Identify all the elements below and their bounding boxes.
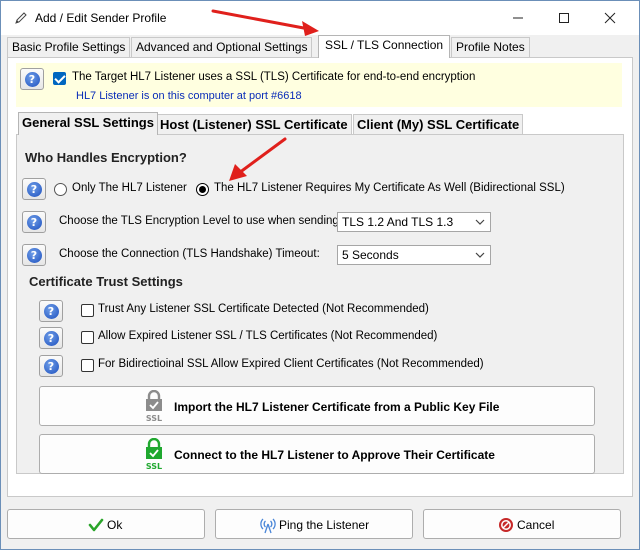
window-title: Add / Edit Sender Profile	[35, 11, 167, 25]
ssl-lock-green-icon: SSL	[146, 438, 162, 471]
ssl-badge-text: SSL	[146, 462, 162, 471]
ssl-tls-panel: ? The Target HL7 Listener uses a SSL (TL…	[7, 57, 633, 497]
tls-level-help-button[interactable]: ?	[22, 211, 46, 233]
trust-any-certificate-checkbox[interactable]	[81, 304, 94, 317]
tls-level-label: Choose the TLS Encryption Level to use w…	[59, 215, 342, 227]
allow-expired-client-checkbox[interactable]	[81, 359, 94, 372]
minimize-button[interactable]	[495, 1, 541, 35]
timeout-help-button[interactable]: ?	[22, 244, 46, 266]
maximize-icon	[559, 13, 569, 23]
cancel-label: Cancel	[517, 518, 555, 532]
import-certificate-label: Import the HL7 Listener Certificate from…	[174, 400, 500, 414]
help-icon: ?	[26, 247, 42, 263]
help-icon: ?	[26, 181, 42, 197]
tab-host-listener-ssl-certificate[interactable]: Host (Listener) SSL Certificate	[156, 114, 352, 134]
connect-approve-certificate-button[interactable]: SSL Connect to the HL7 Listener to Appro…	[39, 434, 595, 474]
chevron-down-icon	[475, 252, 485, 258]
timeout-select[interactable]: 5 Seconds	[337, 245, 491, 265]
timeout-value: 5 Seconds	[342, 248, 399, 262]
expired-client-help-button[interactable]: ?	[39, 355, 63, 377]
use-ssl-checkbox[interactable]	[53, 72, 66, 85]
bidirectional-ssl-label: The HL7 Listener Requires My Certificate…	[214, 182, 565, 194]
allow-expired-listener-label: Allow Expired Listener SSL / TLS Certifi…	[98, 330, 438, 342]
ping-listener-button[interactable]: Ping the Listener	[215, 509, 413, 539]
import-certificate-button[interactable]: SSL Import the HL7 Listener Certificate …	[39, 386, 595, 426]
ssl-lock-grey-icon: SSL	[146, 390, 162, 423]
maximize-button[interactable]	[541, 1, 587, 35]
encryption-help-button[interactable]: ?	[22, 178, 46, 200]
ssl-info-banner: ? The Target HL7 Listener uses a SSL (TL…	[16, 63, 622, 107]
help-icon: ?	[43, 358, 59, 374]
help-icon: ?	[26, 214, 42, 230]
help-icon: ?	[43, 330, 59, 346]
ok-label: Ok	[107, 518, 123, 532]
bidirectional-ssl-radio[interactable]	[196, 183, 209, 196]
trust-any-help-button[interactable]: ?	[39, 300, 63, 322]
tls-level-value: TLS 1.2 And TLS 1.3	[342, 215, 454, 229]
sender-profile-dialog: Add / Edit Sender Profile Basic Profile …	[0, 0, 640, 550]
ok-button[interactable]: Ok	[7, 509, 205, 539]
cancel-button[interactable]: Cancel	[423, 509, 621, 539]
connect-approve-certificate-label: Connect to the HL7 Listener to Approve T…	[174, 448, 495, 462]
timeout-label: Choose the Connection (TLS Handshake) Ti…	[59, 248, 320, 260]
minimize-icon	[513, 17, 523, 19]
pencil-icon	[15, 12, 27, 24]
only-listener-radio[interactable]	[54, 183, 67, 196]
allow-expired-help-button[interactable]: ?	[39, 327, 63, 349]
tab-basic-profile-settings[interactable]: Basic Profile Settings	[7, 37, 131, 57]
banner-help-button[interactable]: ?	[20, 68, 44, 90]
chevron-down-icon	[475, 219, 485, 225]
tab-client-my-ssl-certificate[interactable]: Client (My) SSL Certificate	[353, 114, 524, 134]
tab-profile-notes[interactable]: Profile Notes	[451, 37, 530, 57]
encryption-heading: Who Handles Encryption?	[25, 150, 187, 165]
tab-advanced-optional-settings[interactable]: Advanced and Optional Settings	[131, 37, 313, 57]
tab-general-ssl-settings[interactable]: General SSL Settings	[18, 112, 158, 135]
close-button[interactable]	[587, 1, 633, 35]
checkmark-icon	[88, 518, 104, 532]
general-ssl-settings-panel: Who Handles Encryption? ? Only The HL7 L…	[16, 134, 624, 474]
tab-ssl-tls-connection[interactable]: SSL / TLS Connection	[318, 35, 451, 58]
tls-level-select[interactable]: TLS 1.2 And TLS 1.3	[337, 212, 491, 232]
trust-any-certificate-label: Trust Any Listener SSL Certificate Detec…	[98, 303, 429, 315]
help-icon: ?	[24, 71, 40, 87]
allow-expired-client-label: For Bidirectioinal SSL Allow Expired Cli…	[98, 358, 484, 370]
close-icon	[604, 12, 616, 24]
title-bar: Add / Edit Sender Profile	[1, 1, 639, 35]
allow-expired-listener-checkbox[interactable]	[81, 331, 94, 344]
listener-port-info: HL7 Listener is on this computer at port…	[76, 90, 302, 102]
ping-signal-icon	[260, 518, 276, 534]
cancel-icon	[499, 518, 513, 532]
ssl-badge-text: SSL	[146, 414, 162, 423]
certificate-trust-heading: Certificate Trust Settings	[29, 274, 183, 289]
only-listener-label: Only The HL7 Listener	[72, 182, 187, 194]
ping-listener-label: Ping the Listener	[279, 518, 370, 532]
use-ssl-label: The Target HL7 Listener uses a SSL (TLS)…	[72, 71, 476, 83]
help-icon: ?	[43, 303, 59, 319]
